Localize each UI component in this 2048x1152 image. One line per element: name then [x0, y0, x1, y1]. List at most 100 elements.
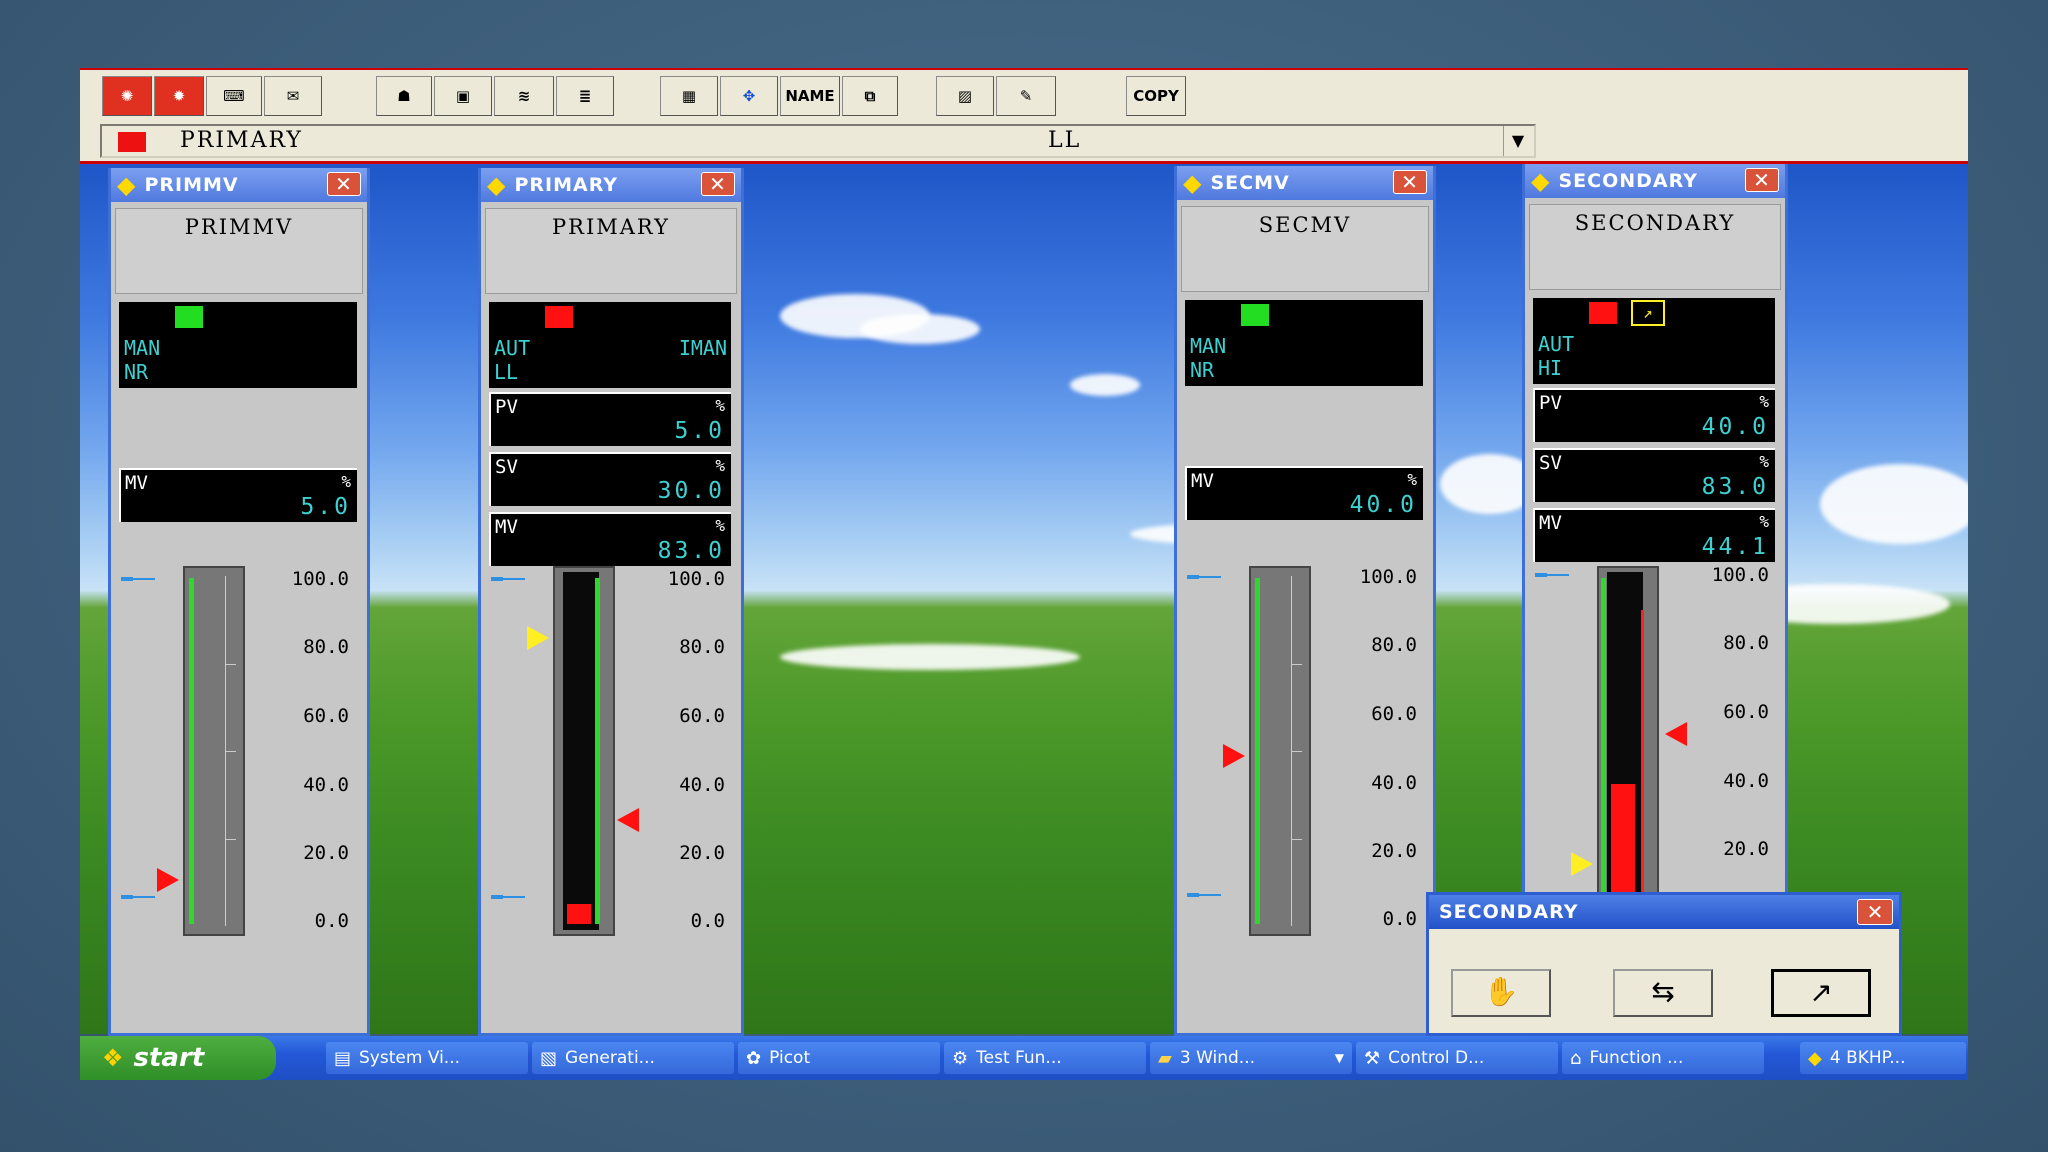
cascade-mode-button[interactable]: ↗	[1771, 969, 1871, 1017]
faceplate-title-bar: ◆ SECMV ✕	[1177, 166, 1433, 200]
sv-pointer[interactable]	[527, 626, 549, 650]
sv-pointer[interactable]	[1571, 852, 1593, 876]
faceplate-tag-name: PRIMARY	[485, 208, 737, 294]
scale-label: 40.0	[1723, 770, 1769, 792]
mv-label: MV	[1191, 470, 1214, 492]
close-icon[interactable]: ✕	[1745, 168, 1779, 192]
mv-pointer[interactable]	[157, 868, 179, 892]
scale-label: 60.0	[303, 705, 349, 727]
mv-pointer[interactable]	[1223, 744, 1245, 768]
mv-unit: %	[1407, 470, 1417, 489]
taskbar-item-label: 3 Wind...	[1179, 1048, 1255, 1068]
faceplate-title: SECONDARY	[1558, 170, 1698, 192]
scale-label: 40.0	[303, 774, 349, 796]
scale-label: 0.0	[1382, 908, 1417, 930]
pv-display[interactable]: PV % 40.0	[1533, 388, 1775, 442]
tag-diamond-icon: ◆	[487, 171, 507, 199]
alarm-label: NR	[1190, 358, 1215, 382]
navigation-arrows-icon[interactable]: ✥	[720, 76, 778, 116]
close-icon[interactable]: ✕	[1393, 170, 1427, 194]
pv-display[interactable]: PV % 5.0	[489, 392, 731, 446]
pv-value: 40.0	[1701, 414, 1769, 440]
process-alarm-icon[interactable]: ✹	[154, 76, 204, 116]
alarm-icon[interactable]: ✺	[102, 76, 152, 116]
taskbar-item[interactable]: ⚒ Control D...	[1356, 1042, 1558, 1074]
taskbar-item[interactable]: ⚙ Test Fun...	[944, 1042, 1146, 1074]
name-button[interactable]: NAME	[780, 76, 840, 116]
mode-label: MAN	[1190, 334, 1227, 358]
taskbar-item[interactable]: ✿ Picot	[738, 1042, 940, 1074]
range-indicator	[1601, 578, 1606, 924]
mv-unit: %	[715, 516, 725, 535]
high-limit-marker	[1187, 574, 1221, 580]
taskbar-item[interactable]: ▧ Generati...	[532, 1042, 734, 1074]
close-icon[interactable]: ✕	[701, 172, 735, 196]
range-indicator	[189, 578, 194, 924]
taskbar-item-label: Picot	[769, 1048, 811, 1068]
scale-label: 100.0	[1359, 566, 1417, 588]
operation-guide-icon[interactable]: ⌨	[206, 76, 262, 116]
dialog-title: SECONDARY	[1429, 895, 1899, 929]
pv-unit: %	[1759, 392, 1769, 411]
mode-label: AUT	[494, 336, 531, 360]
mv-label: MV	[1539, 512, 1562, 534]
cascade-icon: ↗	[1631, 300, 1665, 326]
close-icon[interactable]: ✕	[1857, 899, 1893, 925]
sv-display[interactable]: SV % 83.0	[1533, 448, 1775, 502]
taskbar-item[interactable]: ▤ System Vi...	[326, 1042, 528, 1074]
copy-button[interactable]: COPY	[1126, 76, 1186, 116]
alarm-status-lamp	[118, 132, 146, 152]
scale-label: 100.0	[291, 568, 349, 590]
mv-label: MV	[495, 516, 518, 538]
scale-label: 80.0	[303, 636, 349, 658]
edit-icon[interactable]: ✎	[996, 76, 1056, 116]
auto-mode-button[interactable]: ⇆	[1613, 969, 1713, 1017]
window-switch-icon[interactable]: ⧉	[842, 76, 898, 116]
bar-graph	[1249, 566, 1311, 936]
taskbar-item[interactable]: ◆ 4 BKHP...	[1800, 1042, 1966, 1074]
tuning-icon[interactable]: ≣	[556, 76, 614, 116]
mv-display[interactable]: MV % 83.0	[489, 512, 731, 566]
faceplate-tag-name: PRIMMV	[115, 208, 363, 294]
mv-pointer[interactable]	[617, 808, 639, 832]
mv-pointer[interactable]	[1665, 722, 1687, 746]
status-lamp	[175, 306, 203, 328]
mv-unit: %	[341, 472, 351, 491]
mv-display[interactable]: MV % 40.0	[1185, 466, 1423, 520]
taskbar-item-label: Control D...	[1388, 1048, 1485, 1068]
control-icon: ⚒	[1364, 1047, 1381, 1069]
taskbar-item[interactable]: ▰ 3 Wind... ▼	[1150, 1042, 1352, 1074]
mv-display[interactable]: MV % 5.0	[119, 468, 357, 522]
graphic-icon[interactable]: ▦	[660, 76, 718, 116]
tag-name-selector[interactable]: PRIMARY LL ▼	[100, 124, 1536, 158]
mode-label: MAN	[124, 336, 161, 360]
message-monitor-icon[interactable]: ✉	[264, 76, 322, 116]
scale-label: 20.0	[303, 842, 349, 864]
taskbar-item[interactable]: ⌂ Function ...	[1562, 1042, 1764, 1074]
sv-trend-line	[1641, 610, 1644, 924]
sv-display[interactable]: SV % 30.0	[489, 452, 731, 506]
pv-label: PV	[1539, 392, 1562, 414]
close-icon[interactable]: ✕	[327, 172, 361, 196]
app-icon: ✿	[746, 1047, 762, 1069]
low-limit-marker	[491, 894, 525, 900]
mv-unit: %	[1759, 512, 1769, 531]
sv-label: SV	[495, 456, 518, 478]
high-limit-marker	[121, 576, 155, 582]
start-button[interactable]: ❖ start	[80, 1036, 276, 1080]
trend-icon[interactable]: ≋	[494, 76, 554, 116]
monitor-icon[interactable]: ▣	[434, 76, 492, 116]
operator-icon[interactable]: ☗	[376, 76, 432, 116]
manual-mode-button[interactable]: ✋	[1451, 969, 1551, 1017]
status-display: AUT LL IMAN	[489, 302, 731, 388]
hatch-icon[interactable]: ▨	[936, 76, 994, 116]
faceplate-primmv: ◆ PRIMMV ✕ PRIMMV MAN NR MV % 5.0 100.0 …	[108, 168, 370, 1036]
mv-display[interactable]: MV % 44.1	[1533, 508, 1775, 562]
pv-value: 5.0	[674, 418, 725, 444]
chevron-down-icon[interactable]: ▼	[1503, 126, 1534, 156]
folder-icon: ▰	[1158, 1047, 1172, 1069]
tag-diamond-icon: ◆	[1183, 169, 1203, 197]
status-display: MAN NR	[1185, 300, 1423, 386]
sv-value: 30.0	[657, 478, 725, 504]
tag-name: PRIMARY	[180, 128, 303, 153]
